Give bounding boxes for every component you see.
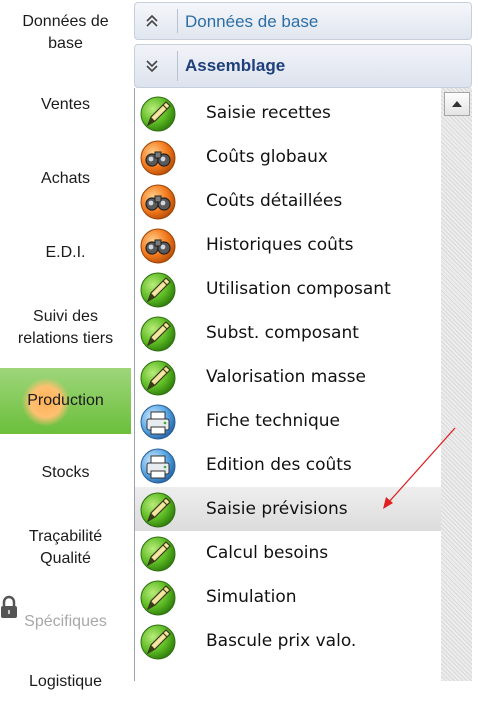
section-title: Données de base (185, 12, 319, 31)
nav-item-label: Logistique (29, 673, 102, 690)
nav-item-stocks[interactable]: Stocks (0, 444, 131, 502)
list-item-label: Saisie prévisions (206, 499, 348, 519)
nav-item-label: E.D.I. (45, 244, 86, 261)
pen-icon (140, 536, 176, 572)
nav-item-suivi-relations-tiers[interactable]: Suivi des relations tiers (0, 296, 131, 360)
list-item-calcul-besoins[interactable]: Calcul besoins (135, 531, 441, 575)
binoculars-icon (140, 140, 176, 176)
nav-item-achats[interactable]: Achats (0, 150, 131, 208)
lock-icon (1, 595, 17, 618)
list-item-fiche-technique[interactable]: Fiche technique (135, 399, 441, 443)
pen-icon (140, 580, 176, 616)
module-sidebar: Données de base Ventes Achats E.D.I. Sui… (0, 0, 131, 690)
nav-item-label: Production (27, 392, 104, 409)
printer-icon (140, 404, 176, 440)
list-item-label: Subst. composant (206, 323, 359, 343)
assemblage-menu-list: Saisie recettes Coûts globaux Coûts déta… (134, 88, 472, 681)
pen-icon (140, 316, 176, 352)
nav-item-label: Achats (41, 170, 90, 187)
pen-icon (140, 272, 176, 308)
list-item-subst-composant[interactable]: Subst. composant (135, 311, 441, 355)
list-item-simulation[interactable]: Simulation (135, 575, 441, 619)
nav-item-specifiques: Spécifiques (0, 594, 131, 650)
nav-item-logistique[interactable]: Logistique (0, 662, 131, 702)
nav-item-label: Traçabilité Qualité (28, 528, 103, 567)
list-item-couts-detaillees[interactable]: Coûts détaillées (135, 179, 441, 223)
list-item-utilisation-composant[interactable]: Utilisation composant (135, 267, 441, 311)
section-header-assemblage[interactable]: Assemblage (134, 44, 472, 88)
nav-item-label: Stocks (41, 464, 90, 481)
list-item-label: Valorisation masse (206, 367, 366, 387)
pen-icon (140, 492, 176, 528)
list-item-label: Coûts globaux (206, 147, 328, 167)
list-item-historiques-couts[interactable]: Historiques coûts (135, 223, 441, 267)
nav-item-label: Suivi des relations tiers (17, 308, 114, 347)
list-item-saisie-previsions[interactable]: Saisie prévisions (135, 487, 441, 531)
nav-item-label: Spécifiques (24, 613, 107, 630)
list-item-couts-globaux[interactable]: Coûts globaux (135, 135, 441, 179)
nav-item-donnees-de-base[interactable]: Données de base (0, 2, 131, 64)
nav-item-label: Données de base (22, 13, 109, 52)
pen-icon (140, 96, 176, 132)
list-item-bascule-prix-valo[interactable]: Bascule prix valo. (135, 619, 441, 663)
binoculars-icon (140, 184, 176, 220)
header-separator (177, 51, 178, 81)
chevrons-down-icon (145, 59, 159, 76)
pen-icon (140, 360, 176, 396)
list-item-label: Fiche technique (206, 411, 341, 431)
list-item-label: Historiques coûts (206, 235, 354, 255)
chevrons-up-icon (145, 14, 159, 31)
list-item-label: Utilisation composant (206, 279, 391, 299)
list-item-label: Calcul besoins (206, 543, 329, 563)
header-separator (177, 9, 178, 33)
section-title: Assemblage (185, 56, 286, 75)
scroll-up-button[interactable] (444, 92, 470, 116)
printer-icon (140, 448, 176, 484)
list-item-label: Simulation (206, 587, 297, 607)
section-header-donnees-de-base[interactable]: Données de base (134, 2, 472, 40)
nav-item-tracabilite-qualite[interactable]: Traçabilité Qualité (0, 516, 131, 580)
nav-item-ventes[interactable]: Ventes (0, 76, 131, 134)
list-item-valorisation-masse[interactable]: Valorisation masse (135, 355, 441, 399)
list-item-edition-des-couts[interactable]: Edition des coûts (135, 443, 441, 487)
arrow-up-icon (452, 101, 462, 107)
nav-item-edi[interactable]: E.D.I. (0, 224, 131, 282)
binoculars-icon (140, 228, 176, 264)
list-item-label: Saisie recettes (206, 103, 331, 123)
list-item-saisie-recettes[interactable]: Saisie recettes (135, 91, 441, 135)
list-item-label: Bascule prix valo. (206, 631, 357, 651)
nav-item-production[interactable]: Production (0, 368, 131, 434)
list-item-label: Edition des coûts (206, 455, 352, 475)
list-item-label: Coûts détaillées (206, 191, 343, 211)
vertical-scrollbar[interactable] (441, 88, 472, 681)
nav-item-label: Ventes (41, 96, 90, 113)
pen-icon (140, 624, 176, 660)
